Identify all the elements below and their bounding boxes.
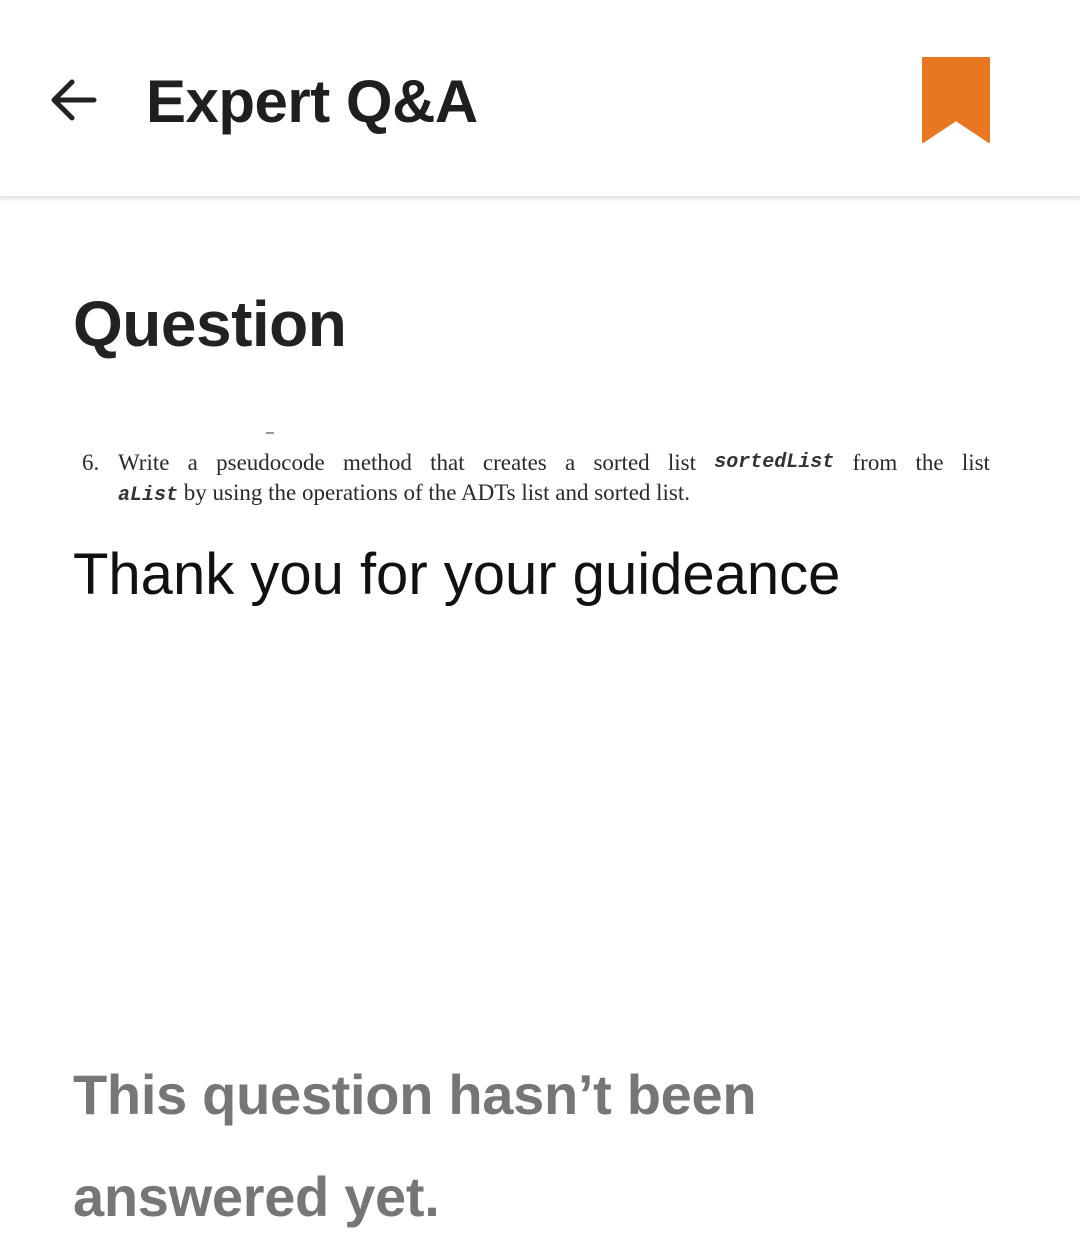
question-image-word: list bbox=[667, 450, 697, 475]
bookmark-icon bbox=[922, 57, 990, 143]
question-heading: Question bbox=[73, 288, 347, 360]
page-title: Expert Q&A bbox=[146, 68, 478, 135]
question-image-word: sortedList bbox=[714, 451, 835, 474]
question-image-word: pseudocode bbox=[216, 450, 325, 475]
question-image-word: from bbox=[852, 450, 898, 475]
question-image-word: the bbox=[915, 450, 944, 475]
scan-mark bbox=[266, 432, 274, 434]
question-image: 6. Write a pseudocode method that creates a sor… bbox=[80, 432, 992, 512]
question-image-word: Write bbox=[118, 450, 170, 475]
question-image-word: list bbox=[961, 450, 990, 475]
question-image-word: sorted bbox=[593, 450, 650, 475]
question-image-word: a bbox=[187, 450, 198, 475]
question-image-word: a bbox=[564, 450, 576, 475]
bookmark-button[interactable] bbox=[916, 52, 996, 148]
arrow-left-icon bbox=[51, 79, 97, 121]
question-image-line-2-text: by using the operations of the ADTs list… bbox=[178, 480, 691, 505]
question-text: Thank you for your guideance bbox=[73, 542, 841, 607]
question-image-line-2: aList by using the operations of the ADT… bbox=[118, 478, 690, 511]
back-button[interactable] bbox=[40, 68, 104, 132]
question-image-word: creates bbox=[482, 450, 547, 475]
question-number: 6. bbox=[82, 450, 100, 475]
question-image-line-1: Write a pseudocode method that creates a sorted… bbox=[118, 448, 990, 478]
unanswered-message: This question hasn’t been answered yet. bbox=[73, 1063, 757, 1228]
question-image-word: that bbox=[430, 450, 465, 475]
code-alist: aList bbox=[118, 484, 179, 507]
question-image-word: method bbox=[342, 450, 412, 475]
app-bar: Expert Q&A bbox=[0, 0, 1080, 197]
